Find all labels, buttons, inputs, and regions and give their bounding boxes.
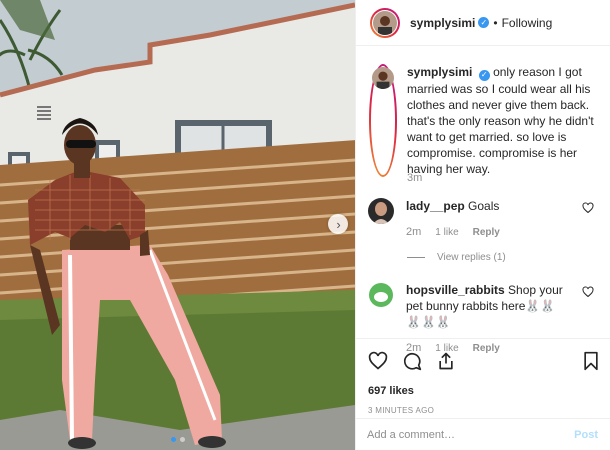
caption-username[interactable]: symplysimi xyxy=(407,65,472,79)
follow-status-button[interactable]: Following xyxy=(502,16,553,30)
comment-item: lady__pep Goals 2m 1 like Reply xyxy=(368,198,598,241)
verified-badge-icon: ✓ xyxy=(478,69,490,81)
carousel-dots xyxy=(0,437,355,442)
commenter-avatar[interactable] xyxy=(368,282,394,308)
share-icon[interactable] xyxy=(436,351,456,371)
comment-composer: Post xyxy=(355,418,610,450)
comment-meta: 2m 1 like Reply xyxy=(406,224,566,241)
commenter-avatar[interactable] xyxy=(368,198,394,224)
comment-username[interactable]: lady__pep xyxy=(406,199,465,213)
carousel-dot-active xyxy=(170,437,176,442)
action-icons xyxy=(368,349,600,373)
caption-time: 3m xyxy=(407,172,423,184)
comment-input[interactable] xyxy=(367,428,575,441)
comment-heart-icon[interactable] xyxy=(582,202,594,214)
comment-icon[interactable] xyxy=(402,351,422,371)
action-bar: 697 likes 3 MINUTES AGO xyxy=(355,338,610,415)
comment-reply-button[interactable]: Reply xyxy=(473,225,500,241)
caption-avatar[interactable] xyxy=(369,64,397,177)
comment-body: lady__pep Goals 2m 1 like Reply xyxy=(406,198,566,241)
carousel-next-button[interactable]: › xyxy=(328,214,348,234)
view-replies-line xyxy=(407,257,425,258)
header-separator: • xyxy=(493,15,498,30)
post-caption: symplysimi ✓ only reason I got married w… xyxy=(369,64,599,177)
view-replies-label: View replies (1) xyxy=(437,252,506,263)
photo-scene xyxy=(0,0,355,450)
author-username[interactable]: symplysimi xyxy=(410,16,475,30)
carousel-dot xyxy=(179,437,185,442)
post-header: symplysimi ✓ • Following xyxy=(356,0,610,46)
post-photo[interactable]: › xyxy=(0,0,355,450)
caption-text: only reason I got married was so I could… xyxy=(407,65,594,176)
comment-text: Goals xyxy=(468,199,500,213)
chevron-right-icon: › xyxy=(336,216,341,232)
bookmark-icon[interactable] xyxy=(582,351,600,371)
comment-like-count[interactable]: 1 like xyxy=(435,225,458,241)
author-avatar[interactable] xyxy=(370,7,400,38)
verified-badge-icon: ✓ xyxy=(478,17,490,28)
post-timestamp[interactable]: 3 MINUTES AGO xyxy=(368,406,600,415)
comment-username[interactable]: hopsville_rabbits xyxy=(406,283,505,297)
like-count[interactable]: 697 likes xyxy=(368,385,600,397)
heart-icon[interactable] xyxy=(368,351,388,371)
post-comment-button[interactable]: Post xyxy=(574,429,598,441)
view-replies-button[interactable]: View replies (1) xyxy=(407,252,506,263)
comment-time[interactable]: 2m xyxy=(406,224,421,240)
comment-heart-icon[interactable] xyxy=(582,286,594,298)
caption-text-block: symplysimi ✓ only reason I got married w… xyxy=(407,64,599,177)
